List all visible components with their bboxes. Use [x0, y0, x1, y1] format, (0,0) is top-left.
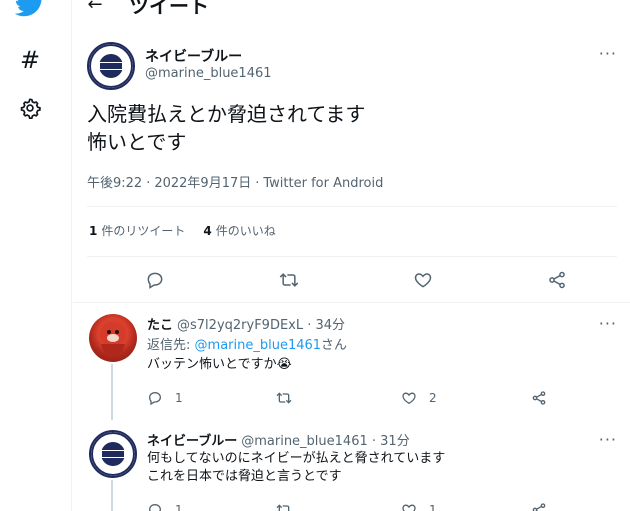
tweet-meta: 午後9:22 · 2022年9月17日 · Twitter for Android — [87, 172, 387, 191]
retweet-icon[interactable] — [275, 268, 303, 292]
like-count: 2 — [429, 391, 437, 405]
tweet-author: ネイビーブルー @marine_blue1461 ··· — [87, 40, 617, 92]
page-title: ツイート — [129, 0, 209, 18]
like-stat[interactable]: 4 件のいいね — [203, 222, 275, 239]
like-count: 4 — [203, 224, 212, 238]
reply-to-label: 返信先: — [147, 338, 191, 353]
reply-tweet[interactable]: たこ @s7l2yq2ryF9DExL · 34分 ··· 返信先: @marin… — [73, 314, 630, 424]
reply-time[interactable]: · 31分 — [372, 434, 410, 449]
more-options-button[interactable]: ··· — [599, 44, 617, 63]
reply-text: バッテン怖いとですか😭 — [147, 357, 292, 372]
like-icon — [402, 392, 416, 405]
tweet-action-bar — [73, 262, 630, 298]
avatar[interactable] — [89, 430, 137, 478]
reply-to-line: 返信先: @marine_blue1461さん — [147, 334, 347, 353]
reply-to-suffix: さん — [321, 338, 348, 353]
share-icon[interactable] — [531, 502, 559, 511]
like-button[interactable]: 2 — [401, 390, 437, 406]
tweet-time[interactable]: 午後9:22 — [87, 176, 142, 191]
reply-icon — [148, 391, 162, 406]
reply-header: ネイビーブルー @marine_blue1461 · 31分 — [147, 430, 410, 449]
back-arrow-icon[interactable]: ← — [73, 0, 117, 15]
tweet-date[interactable]: 2022年9月17日 — [154, 176, 251, 191]
divider — [73, 302, 630, 303]
author-name[interactable]: ネイビーブルー — [145, 46, 242, 66]
avatar[interactable] — [87, 42, 135, 90]
octopus-avatar-icon — [100, 322, 126, 356]
meta-separator: · — [146, 176, 151, 191]
reply-button[interactable]: 1 — [147, 390, 183, 406]
reply-tweet[interactable]: ネイビーブルー @marine_blue1461 · 31分 ··· 何もしてない… — [73, 430, 630, 511]
reply-author-handle[interactable]: @marine_blue1461 — [241, 434, 368, 449]
tweet-stats: 1 件のリツイート 4 件のいいね — [89, 222, 276, 239]
share-icon[interactable] — [543, 268, 571, 292]
reply-author-handle[interactable]: @s7l2yq2ryF9DExL — [177, 318, 303, 333]
left-nav: # — [0, 0, 72, 511]
main-column: ← ツイート ネイビーブルー @marine_blue1461 ··· 入院費払… — [73, 0, 630, 511]
reply-action-bar: 1 1 — [147, 502, 617, 511]
reply-button[interactable]: 1 — [147, 502, 183, 511]
retweet-count: 1 — [89, 224, 98, 238]
reply-text: 何もしてないのにネイビーが払えと脅されています これを日本では脅迫と言うとです — [147, 451, 446, 484]
author-handle[interactable]: @marine_blue1461 — [145, 66, 272, 81]
reply-count: 1 — [175, 391, 183, 405]
twitter-bird-icon[interactable] — [14, 0, 46, 20]
nbyc-logo-icon — [89, 44, 133, 88]
divider — [87, 206, 617, 207]
like-count: 1 — [429, 503, 437, 511]
mention-link[interactable]: @marine_blue1461 — [195, 338, 322, 353]
like-icon — [402, 504, 416, 511]
reply-icon — [148, 503, 162, 511]
more-options-button[interactable]: ··· — [599, 430, 617, 449]
avatar[interactable] — [89, 314, 137, 362]
retweet-label: 件のリツイート — [101, 224, 186, 238]
like-icon[interactable] — [409, 268, 437, 292]
hashtag-icon[interactable]: # — [14, 44, 46, 76]
meta-separator: · — [255, 176, 260, 191]
like-label: 件のいいね — [215, 224, 276, 238]
nbyc-logo-icon — [91, 432, 135, 476]
reply-author-name[interactable]: ネイビーブルー — [147, 434, 237, 449]
gear-icon[interactable] — [14, 92, 46, 124]
reply-icon[interactable] — [141, 268, 169, 292]
retweet-icon[interactable] — [275, 502, 305, 511]
retweet-icon[interactable] — [275, 390, 305, 406]
reply-author-name[interactable]: たこ — [147, 318, 173, 333]
reply-count: 1 — [175, 503, 183, 511]
reply-action-bar: 1 2 — [147, 390, 617, 410]
tweet-client: Twitter for Android — [263, 176, 384, 191]
tweet-text: 入院費払えとか脅迫されてます 怖いとです — [87, 102, 366, 154]
share-icon[interactable] — [531, 390, 559, 406]
page-header: ← ツイート — [73, 0, 630, 20]
reply-header: たこ @s7l2yq2ryF9DExL · 34分 — [147, 314, 345, 333]
like-button[interactable]: 1 — [401, 502, 437, 511]
retweet-stat[interactable]: 1 件のリツイート — [89, 222, 185, 239]
divider — [87, 256, 617, 257]
reply-time[interactable]: · 34分 — [307, 318, 345, 333]
more-options-button[interactable]: ··· — [599, 314, 617, 333]
